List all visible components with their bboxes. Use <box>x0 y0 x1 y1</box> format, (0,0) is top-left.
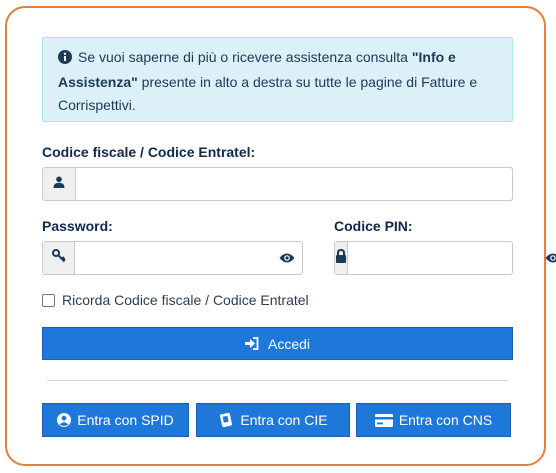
info-circle-icon <box>58 48 72 71</box>
remember-row: Ricorda Codice fiscale / Codice Entratel <box>42 292 309 308</box>
user-circle-icon <box>57 413 72 427</box>
spid-button[interactable]: Entra con SPID <box>42 403 189 437</box>
password-label: Password: <box>42 218 113 234</box>
lock-addon <box>335 242 348 274</box>
sign-in-icon <box>244 337 259 350</box>
codice-fiscale-input[interactable] <box>76 168 512 200</box>
user-addon <box>43 168 76 200</box>
show-pin-eye-icon[interactable] <box>545 242 556 274</box>
credit-card-icon <box>374 413 393 427</box>
cie-card-icon <box>218 412 234 428</box>
accedi-button[interactable]: Accedi <box>42 327 513 360</box>
info-alert: Se vuoi saperne di più o ricevere assist… <box>42 37 513 122</box>
codice-input-group <box>42 167 513 201</box>
cns-button[interactable]: Entra con CNS <box>356 403 511 437</box>
codice-label: Codice fiscale / Codice Entratel: <box>42 144 256 160</box>
key-addon <box>43 242 76 274</box>
pin-label: Codice PIN: <box>334 218 413 234</box>
show-password-eye-icon[interactable] <box>272 242 302 274</box>
password-input-group <box>42 241 303 275</box>
remember-label[interactable]: Ricorda Codice fiscale / Codice Entratel <box>62 292 309 308</box>
info-text-1: Se vuoi saperne di più o ricevere assist… <box>78 49 412 65</box>
pin-input-group <box>334 241 556 275</box>
divider <box>47 380 508 381</box>
accedi-label: Accedi <box>267 335 311 352</box>
pin-input[interactable] <box>348 242 545 274</box>
user-icon <box>53 175 65 193</box>
lock-icon <box>335 248 347 268</box>
password-input[interactable] <box>75 242 273 274</box>
remember-checkbox[interactable] <box>42 293 55 307</box>
spid-label: Entra con SPID <box>77 412 174 428</box>
cns-label: Entra con CNS <box>398 412 493 428</box>
cie-button[interactable]: Entra con CIE <box>196 403 350 437</box>
cie-label: Entra con CIE <box>240 412 328 428</box>
key-icon <box>51 248 66 268</box>
